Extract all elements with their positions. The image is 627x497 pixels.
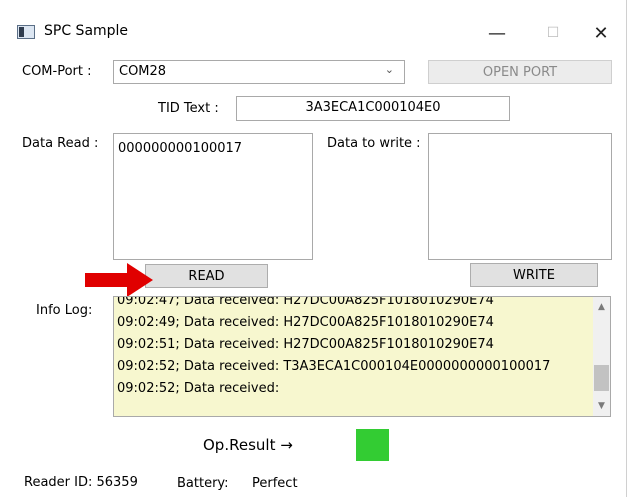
scroll-thumb[interactable] <box>594 365 609 391</box>
scroll-up-icon[interactable]: ▲ <box>593 299 610 315</box>
red-arrow-shape <box>85 263 153 297</box>
open-port-button[interactable]: OPEN PORT <box>428 60 612 84</box>
op-result-label: Op.Result → <box>203 436 293 454</box>
info-log-label: Info Log: <box>36 303 93 318</box>
data-write-field[interactable] <box>428 133 612 260</box>
write-button[interactable]: WRITE <box>470 263 598 287</box>
data-read-field[interactable]: 000000000100017 <box>113 133 313 260</box>
com-port-select[interactable]: COM28 ⌄ <box>113 60 405 84</box>
data-read-label: Data Read : <box>22 136 99 151</box>
tid-text-field[interactable]: 3A3ECA1C000104E0 <box>236 96 510 121</box>
com-port-label: COM-Port : <box>22 64 92 79</box>
battery-value: Perfect <box>252 476 298 491</box>
maximize-icon[interactable]: ☐ <box>530 18 576 48</box>
info-log-area[interactable]: 09:02:47; Data received: H27DC00A825F101… <box>113 296 611 417</box>
log-line: 09:02:52; Data received: <box>117 381 280 396</box>
chevron-down-icon: ⌄ <box>384 63 394 76</box>
data-write-label: Data to write : <box>327 136 421 151</box>
op-result-indicator <box>356 429 389 461</box>
log-line: 09:02:52; Data received: T3A3ECA1C000104… <box>117 359 551 374</box>
log-line: 09:02:51; Data received: H27DC00A825F101… <box>117 337 494 352</box>
log-line: 09:02:47; Data received: H27DC00A825F101… <box>117 296 494 308</box>
log-line: 09:02:49; Data received: H27DC00A825F101… <box>117 315 494 330</box>
read-button[interactable]: READ <box>145 264 268 288</box>
app-window: SPC Sample — ☐ ✕ COM-Port : COM28 ⌄ OPEN… <box>0 0 627 497</box>
title-bar[interactable]: SPC Sample — ☐ ✕ <box>0 0 627 64</box>
tid-text-value: 3A3ECA1C000104E0 <box>305 100 441 115</box>
minimize-icon[interactable]: — <box>474 18 520 48</box>
window-title: SPC Sample <box>44 23 129 39</box>
data-read-value: 000000000100017 <box>118 141 243 156</box>
scroll-down-icon[interactable]: ▼ <box>593 398 610 414</box>
app-icon <box>17 25 35 39</box>
log-scrollbar[interactable]: ▲ ▼ <box>593 297 610 416</box>
close-icon[interactable]: ✕ <box>578 18 624 48</box>
battery-label: Battery: <box>177 476 229 491</box>
tid-text-label: TID Text : <box>158 101 219 116</box>
reader-id-text: Reader ID: 56359 <box>24 475 138 490</box>
com-port-value: COM28 <box>119 64 167 79</box>
red-arrow-icon <box>85 263 153 297</box>
